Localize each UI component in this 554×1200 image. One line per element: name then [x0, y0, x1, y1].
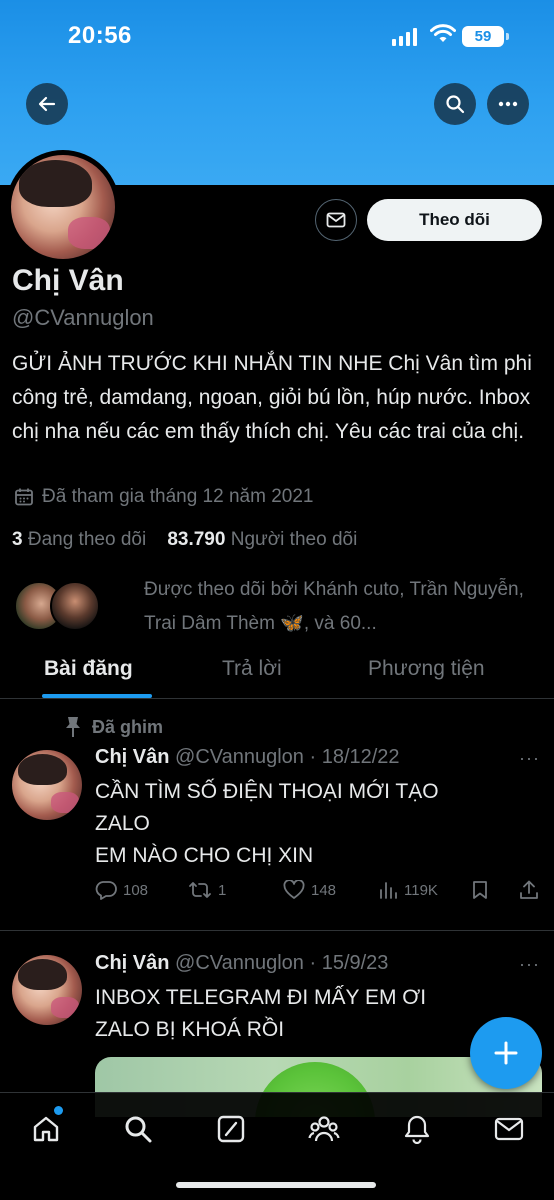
followed-by-text: Được theo dõi bởi Khánh cuto, Trần Nguyễ…: [144, 579, 524, 634]
tweet-text-line: INBOX TELEGRAM ĐI MẤY EM ƠI: [95, 986, 427, 1009]
tweet-text-line: ZALO: [95, 812, 150, 835]
retweet-icon: [189, 882, 211, 898]
following-count: 3: [12, 529, 23, 550]
tweet-actions: 108 1 148 119K: [95, 880, 545, 910]
reply-icon: [95, 881, 117, 900]
nav-home[interactable]: [26, 1109, 66, 1149]
pin-icon: [66, 717, 80, 737]
plus-icon: [494, 1041, 518, 1065]
tweet-text-line: CẦN TÌM SỐ ĐIỆN THOẠI MỚI TẠO: [95, 780, 439, 803]
bell-icon: [404, 1115, 430, 1144]
followers-link[interactable]: 83.790 Người theo dõi: [167, 529, 357, 550]
compose-button[interactable]: [470, 1017, 542, 1089]
tweet-text: INBOX TELEGRAM ĐI MẤY EM ƠI ZALO BỊ KHOÁ…: [95, 982, 535, 1046]
like-button[interactable]: 148: [283, 880, 336, 900]
following-link[interactable]: 3 Đang theo dõi: [12, 529, 146, 550]
tweet-more-button[interactable]: ···: [519, 954, 540, 975]
message-button[interactable]: [315, 199, 357, 241]
like-count: 148: [311, 881, 337, 899]
avatar-image: [11, 155, 115, 259]
retweet-count: 1: [218, 881, 227, 899]
tweet-avatar[interactable]: [12, 955, 82, 1025]
search-icon: [446, 95, 465, 114]
nav-search[interactable]: [118, 1109, 158, 1149]
tweet-header: Chị Vân @CVannuglon · 18/12/22: [95, 746, 400, 769]
views-count: 119K: [404, 881, 438, 899]
grok-icon: [217, 1115, 245, 1143]
profile-avatar[interactable]: [6, 150, 120, 264]
home-icon: [33, 1116, 59, 1142]
calendar-icon: [15, 488, 33, 506]
pinned-indicator: Đã ghim: [64, 716, 163, 738]
following-label: Đang theo dõi: [27, 529, 147, 550]
reply-count: 108: [123, 881, 149, 899]
joined-text: Đã tham gia tháng 12 năm 2021: [42, 486, 314, 507]
battery-indicator: 59: [462, 26, 509, 47]
tweet-text-line: EM NÀO CHO CHỊ XIN: [95, 844, 314, 867]
wifi-icon: [430, 24, 456, 42]
home-notification-dot: [54, 1106, 63, 1115]
followers-count: 83.790: [167, 529, 226, 550]
tab-posts[interactable]: Bài đăng: [44, 657, 133, 681]
tab-media[interactable]: Phương tiện: [368, 657, 485, 681]
follow-stats: 3 Đang theo dõi 83.790 Người theo dõi: [12, 529, 357, 551]
share-icon: [520, 880, 538, 899]
more-icon: [498, 101, 518, 107]
joined-date: Đã tham gia tháng 12 năm 2021: [14, 486, 313, 508]
followers-label: Người theo dõi: [230, 529, 358, 550]
bookmark-icon: [473, 881, 487, 899]
views-button[interactable]: 119K: [378, 880, 438, 900]
mail-icon: [326, 212, 346, 228]
tab-replies[interactable]: Trả lời: [222, 657, 282, 681]
reply-button[interactable]: 108: [95, 880, 148, 900]
tweet-divider: [0, 930, 554, 931]
nav-notifications[interactable]: [397, 1109, 437, 1149]
communities-icon: [308, 1116, 340, 1142]
nav-communities[interactable]: [304, 1109, 344, 1149]
tweet-avatar[interactable]: [12, 750, 82, 820]
mail-icon: [494, 1117, 524, 1141]
tweet-text-line: ZALO BỊ KHOÁ RỒI: [95, 1018, 285, 1041]
back-button[interactable]: [26, 83, 68, 125]
active-tab-indicator: [42, 694, 152, 698]
tweet-text: CẦN TÌM SỐ ĐIỆN THOẠI MỚI TẠO ZALO EM NÀ…: [95, 776, 535, 872]
tweet-meta: @CVannuglon · 18/12/22: [175, 746, 400, 768]
search-icon: [125, 1116, 152, 1143]
tweet-author-name: Chị Vân: [95, 746, 170, 768]
profile-bio: GỬI ẢNH TRƯỚC KHI NHẮN TIN NHE Chị Vân t…: [12, 352, 532, 443]
tweet-meta: @CVannuglon · 15/9/23: [175, 952, 389, 974]
follow-button[interactable]: Theo dõi: [367, 199, 542, 241]
pinned-label: Đã ghim: [92, 716, 164, 737]
bookmark-button[interactable]: [472, 880, 488, 900]
followed-by-row[interactable]: Được theo dõi bởi Khánh cuto, Trần Nguyễ…: [14, 573, 544, 637]
back-arrow-icon: [38, 96, 56, 112]
tweet-author-name: Chị Vân: [95, 952, 170, 974]
profile-name: Chị Vân: [12, 264, 124, 297]
cellular-signal-icon: [392, 28, 418, 46]
nav-messages[interactable]: [489, 1109, 529, 1149]
tweet-more-button[interactable]: ···: [519, 748, 540, 769]
profile-tabs: Bài đăng Trả lời Phương tiện: [0, 645, 554, 699]
nav-grok[interactable]: [211, 1109, 251, 1149]
heart-icon: [283, 880, 305, 899]
tweet-header: Chị Vân @CVannuglon · 15/9/23: [95, 952, 388, 975]
profile-handle: @CVannuglon: [12, 305, 154, 330]
share-button[interactable]: [519, 880, 539, 900]
search-button[interactable]: [434, 83, 476, 125]
more-options-button[interactable]: [487, 83, 529, 125]
status-bar: 20:56 59: [0, 0, 554, 70]
views-icon: [380, 882, 397, 899]
follower-avatar: [50, 581, 100, 631]
retweet-button[interactable]: 1: [188, 880, 226, 900]
home-indicator: [176, 1182, 376, 1188]
status-time: 20:56: [68, 22, 132, 49]
